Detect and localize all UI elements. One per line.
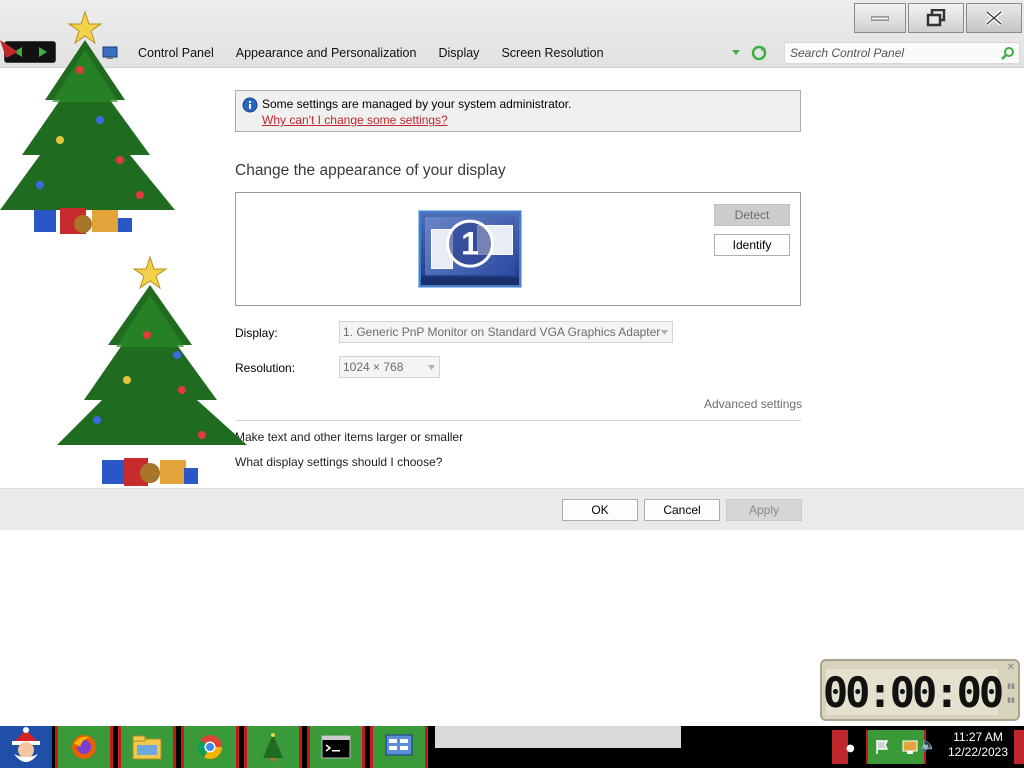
resolution-select-value: 1024 × 768	[343, 360, 404, 374]
monitor-screen: 1	[425, 217, 515, 275]
breadcrumb-display[interactable]: Display	[438, 46, 479, 60]
christmas-tree-gadget[interactable]	[32, 255, 262, 493]
ok-button[interactable]: OK	[562, 499, 638, 521]
identify-button[interactable]: Identify	[714, 234, 790, 256]
resolution-select[interactable]: 1024 × 768	[339, 356, 440, 378]
breadcrumb-appearance[interactable]: Appearance and Personalization	[236, 46, 417, 60]
page-title: Change the appearance of your display	[235, 162, 506, 179]
display-select-value: 1. Generic PnP Monitor on Standard VGA G…	[343, 325, 661, 339]
cancel-button[interactable]: Cancel	[644, 499, 720, 521]
desktop: Control Panel Appearance and Personaliza…	[0, 0, 1024, 768]
clock-date: 12/22/2023	[947, 745, 1009, 759]
taskbar-empty-area	[435, 726, 681, 748]
text-size-link[interactable]: Make text and other items larger or smal…	[235, 430, 463, 444]
command-prompt-icon	[321, 735, 351, 759]
detect-button[interactable]: Detect	[714, 204, 790, 226]
dialog-button-bar: OK Cancel Apply	[0, 488, 1024, 530]
divider	[235, 420, 801, 421]
show-desktop-button[interactable]	[1014, 730, 1024, 764]
monitor-taskbar-graphic	[421, 277, 519, 285]
taskbar-christmas-tree[interactable]	[244, 726, 302, 768]
breadcrumb-screen-resolution[interactable]: Screen Resolution	[501, 46, 603, 60]
monitor-number: 1	[446, 219, 494, 268]
clock-time: 11:27 AM	[953, 730, 1003, 744]
display-help-link[interactable]: What display settings should I choose?	[235, 455, 442, 469]
taskbar-firefox[interactable]	[55, 726, 113, 768]
christmas-tree-gadget[interactable]	[0, 10, 180, 240]
chevron-down-icon	[661, 330, 668, 335]
timer-controls-icon[interactable]: ▮▮ ▮▮	[1007, 679, 1015, 707]
search-icon[interactable]	[1001, 46, 1015, 60]
close-icon[interactable]: ✕	[1007, 662, 1015, 673]
timer-display: 00:00:00	[822, 667, 1004, 717]
taskbar-file-explorer[interactable]	[118, 726, 176, 768]
tray-dot-icon: ●	[846, 743, 855, 754]
admin-notice: Some settings are managed by your system…	[235, 90, 801, 132]
folder-icon	[132, 735, 162, 760]
notification-area[interactable]	[866, 730, 926, 764]
restore-button[interactable]	[908, 3, 964, 33]
taskbar-control-panel[interactable]	[370, 726, 428, 768]
christmas-tree-icon	[263, 733, 283, 761]
system-clock[interactable]: 11:27 AM 12/22/2023	[942, 730, 1014, 760]
address-dropdown-icon[interactable]	[731, 47, 741, 57]
refresh-icon[interactable]	[750, 44, 768, 62]
chevron-down-icon	[428, 365, 435, 370]
santa-start-icon[interactable]	[0, 726, 52, 768]
network-icon[interactable]	[902, 739, 918, 755]
minimize-button[interactable]	[854, 3, 906, 33]
why-cant-change-link[interactable]: Why can't I change some settings?	[262, 113, 448, 127]
search-input[interactable]	[790, 46, 990, 60]
search-box[interactable]	[784, 42, 1020, 64]
flag-icon[interactable]	[875, 739, 889, 755]
display-preview: 1 Detect Identify	[235, 192, 801, 306]
admin-notice-text: Some settings are managed by your system…	[262, 97, 572, 111]
info-icon	[242, 97, 258, 113]
firefox-icon	[72, 735, 96, 759]
control-panel-icon	[385, 734, 413, 756]
volume-icon[interactable]: 🔈	[920, 738, 936, 753]
timer-gadget[interactable]: 00:00:00 ✕ ▮▮ ▮▮	[820, 659, 1020, 721]
apply-button[interactable]: Apply	[726, 499, 802, 521]
taskbar-command-prompt[interactable]	[307, 726, 365, 768]
close-icon	[985, 10, 1003, 26]
monitor-1-tile[interactable]: 1	[419, 211, 521, 287]
close-button[interactable]	[966, 3, 1022, 33]
minimize-icon	[871, 16, 889, 21]
taskbar-chrome[interactable]	[181, 726, 239, 768]
chrome-icon	[197, 735, 222, 760]
advanced-settings-link[interactable]: Advanced settings	[704, 397, 802, 411]
restore-icon	[926, 9, 946, 27]
display-select[interactable]: 1. Generic PnP Monitor on Standard VGA G…	[339, 321, 673, 343]
taskbar: ● 🔈 11:27 AM 12/22/2023	[0, 726, 1024, 768]
